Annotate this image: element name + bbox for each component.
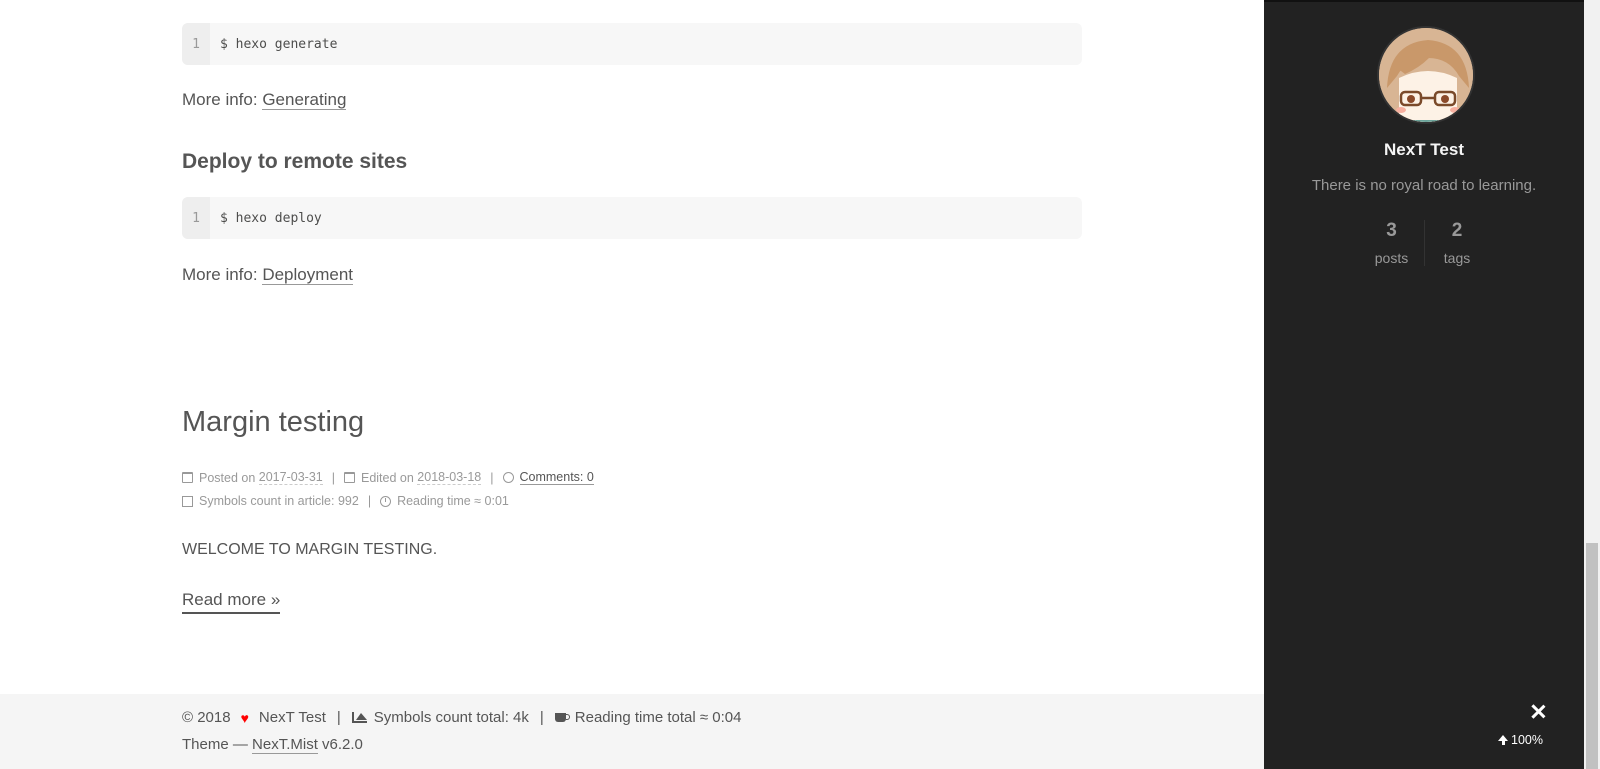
back-to-top-button[interactable]: 100% [1498,733,1543,747]
meta-separator: | [490,470,494,485]
more-info-generating: More info: Generating [182,90,347,110]
comments-link[interactable]: Comments: 0 [519,470,594,485]
more-info-prefix: More info: [182,90,263,109]
footer-line-2: Theme — NexT.Mist v6.2.0 [182,736,363,754]
edited-date: 2018-03-18 [417,470,482,485]
posted-date: 2017-03-31 [258,470,323,485]
calendar-check-icon [343,472,355,483]
comment-icon [502,472,514,483]
heart-icon: ♥ [240,709,249,726]
sidebar: NexT Test There is no royal road to lear… [1264,0,1584,769]
tags-count: 2 [1451,220,1463,241]
avatar [1377,26,1475,124]
coffee-icon [554,713,570,722]
code-text: $ hexo generate [220,36,338,52]
file-word-icon [182,495,193,507]
site-author-name: NexT Test [1384,140,1464,159]
heading-deploy: Deploy to remote sites [182,150,408,173]
generating-link[interactable]: Generating [262,90,347,110]
post-meta-row2: Symbols count in article: 992 | Reading … [182,494,509,508]
post-meta-row1: Posted on 2017-03-31 | Edited on 2018-03… [182,470,594,485]
tags-label: tags [1443,250,1471,266]
deployment-link[interactable]: Deployment [262,265,354,285]
footer: © 2018 ♥ NexT Test | Symbols count total… [0,694,1264,769]
footer-separator: | [539,709,544,726]
arrow-up-icon [1498,735,1508,745]
code-line-number: 1 [182,23,210,65]
code-text: $ hexo deploy [220,210,322,226]
code-line-number: 1 [182,197,210,239]
more-info-prefix: More info: [182,265,263,284]
meta-separator: | [367,494,372,508]
clock-icon [380,495,392,507]
more-info-deployment: More info: Deployment [182,265,354,285]
post-title[interactable]: Margin testing [182,406,364,439]
code-block-generate: 1 $ hexo generate [182,23,1082,65]
posts-label: posts [1374,250,1409,266]
theme-link[interactable]: NexT.Mist [252,736,318,754]
post-excerpt: WELCOME TO MARGIN TESTING. [182,541,438,558]
tags-stat[interactable]: 2 tags [1424,220,1489,266]
code-block-deploy: 1 $ hexo deploy [182,197,1082,239]
area-chart-icon [351,712,367,723]
page-scrollbar[interactable] [1584,0,1600,769]
reading-total: Reading time total ≈ 0:04 [574,709,742,726]
footer-separator: | [336,709,341,726]
theme-version: v6.2.0 [317,736,363,753]
theme-prefix: Theme — [182,736,253,753]
edited-label: Edited on [360,470,414,485]
posts-stat[interactable]: 3 posts [1359,220,1424,266]
symbols-count: Symbols count in article: 992 [199,494,359,508]
meta-separator: | [331,470,335,485]
symbols-total: Symbols count total: 4k [373,709,529,726]
sidebar-close-icon[interactable] [1530,704,1546,720]
posted-label: Posted on [199,470,256,485]
main-content: 1 $ hexo generate More info: Generating … [0,0,1264,769]
reading-time: Reading time ≈ 0:01 [397,494,509,508]
site-description: There is no royal road to learning. [1311,177,1537,194]
calendar-icon [182,472,193,483]
footer-author: NexT Test [258,709,326,726]
read-more-button[interactable]: Read more » [182,590,281,614]
scrollbar-thumb[interactable] [1586,543,1598,769]
copyright: © 2018 [182,709,231,726]
avatar-image [1379,28,1473,122]
scroll-percent: 100% [1511,733,1543,747]
footer-line-1: © 2018 ♥ NexT Test | Symbols count total… [182,709,741,726]
posts-count: 3 [1386,220,1397,241]
site-stats: 3 posts 2 tags [1264,220,1584,266]
